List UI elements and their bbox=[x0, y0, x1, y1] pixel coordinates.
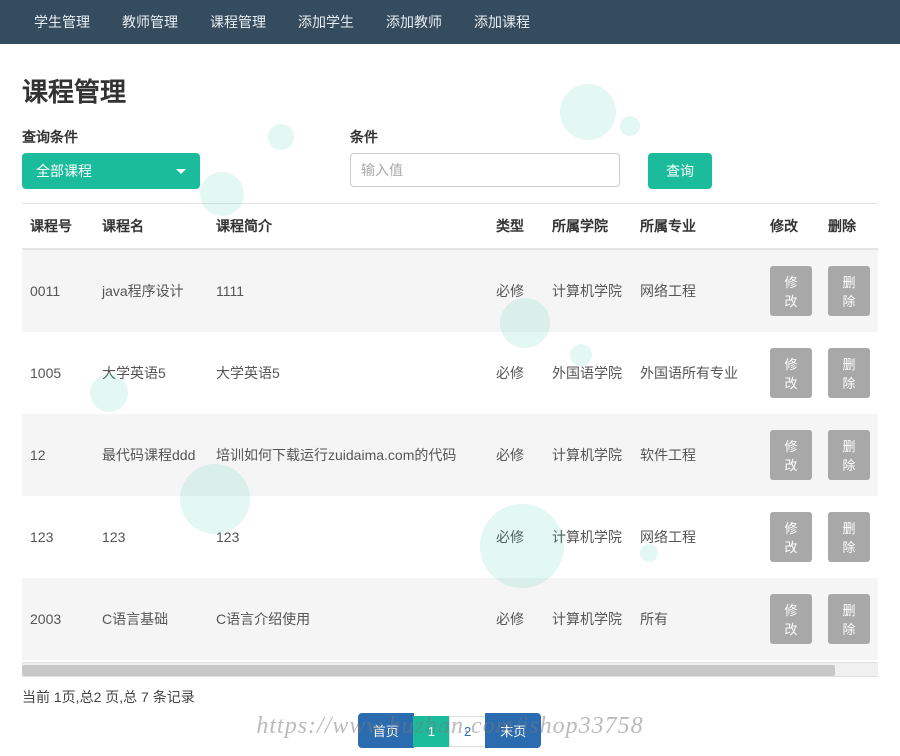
nav-item-course-mgmt[interactable]: 课程管理 bbox=[194, 0, 282, 44]
cell-college: 计算机学院 bbox=[544, 578, 632, 660]
cell-course-desc: C语言介绍使用 bbox=[208, 578, 488, 660]
cell-course-id: 0011 bbox=[22, 249, 94, 332]
cell-course-name: 123 bbox=[94, 496, 208, 578]
nav-item-add-student[interactable]: 添加学生 bbox=[282, 0, 370, 44]
filter-label-query: 查询条件 bbox=[22, 127, 350, 147]
filter-row: 查询条件 全部课程 条件 查询 bbox=[22, 127, 878, 189]
th-course-id: 课程号 bbox=[22, 204, 94, 249]
nav-item-student-mgmt[interactable]: 学生管理 bbox=[18, 0, 106, 44]
cell-course-name: C语言基础 bbox=[94, 578, 208, 660]
table-row: 1005大学英语5大学英语5必修外国语学院外国语所有专业修改删除 bbox=[22, 332, 878, 414]
edit-button[interactable]: 修改 bbox=[770, 348, 812, 398]
edit-button[interactable]: 修改 bbox=[770, 594, 812, 644]
page-first-button[interactable]: 首页 bbox=[358, 713, 414, 748]
nav-item-add-course[interactable]: 添加课程 bbox=[458, 0, 546, 44]
edit-button[interactable]: 修改 bbox=[770, 512, 812, 562]
cell-course-desc: 1111 bbox=[208, 249, 488, 332]
pagination-bar: 首页12末页 bbox=[22, 713, 878, 748]
cell-course-id: 123 bbox=[22, 496, 94, 578]
horizontal-scrollbar[interactable] bbox=[22, 662, 878, 677]
th-edit: 修改 bbox=[762, 204, 820, 249]
filter-dropdown[interactable]: 全部课程 bbox=[22, 153, 200, 189]
table-row: 12最代码课程ddd培训如何下载运行zuidaima.com的代码必修计算机学院… bbox=[22, 414, 878, 496]
cell-course-type: 必修 bbox=[488, 414, 544, 496]
cell-college: 计算机学院 bbox=[544, 414, 632, 496]
cell-course-type: 必修 bbox=[488, 249, 544, 332]
cell-course-name: 大学英语5 bbox=[94, 332, 208, 414]
edit-button[interactable]: 修改 bbox=[770, 266, 812, 316]
course-table: 课程号 课程名 课程简介 类型 所属学院 所属专业 修改 删除 0011java… bbox=[22, 204, 878, 660]
page-title: 课程管理 bbox=[22, 72, 878, 109]
delete-button[interactable]: 删除 bbox=[828, 512, 870, 562]
table-row: 123123123必修计算机学院网络工程修改删除 bbox=[22, 496, 878, 578]
delete-button[interactable]: 删除 bbox=[828, 348, 870, 398]
cell-course-id: 12 bbox=[22, 414, 94, 496]
th-course-desc: 课程简介 bbox=[208, 204, 488, 249]
search-button[interactable]: 查询 bbox=[648, 153, 712, 189]
th-course-type: 类型 bbox=[488, 204, 544, 249]
delete-button[interactable]: 删除 bbox=[828, 594, 870, 644]
cell-course-type: 必修 bbox=[488, 332, 544, 414]
cell-course-id: 1005 bbox=[22, 332, 94, 414]
page-1-button[interactable]: 1 bbox=[413, 716, 450, 747]
cell-course-name: 最代码课程ddd bbox=[94, 414, 208, 496]
chevron-down-icon bbox=[176, 169, 186, 174]
cell-major: 外国语所有专业 bbox=[632, 332, 762, 414]
dropdown-selected-text: 全部课程 bbox=[36, 161, 92, 181]
cell-course-name: java程序设计 bbox=[94, 249, 208, 332]
cell-course-desc: 123 bbox=[208, 496, 488, 578]
cell-major: 网络工程 bbox=[632, 249, 762, 332]
cell-course-id: 2003 bbox=[22, 578, 94, 660]
cell-college: 计算机学院 bbox=[544, 249, 632, 332]
scrollbar-thumb[interactable] bbox=[22, 665, 835, 676]
cell-major: 网络工程 bbox=[632, 496, 762, 578]
th-delete: 删除 bbox=[820, 204, 878, 249]
filter-value-input[interactable] bbox=[350, 153, 620, 187]
nav-item-add-teacher[interactable]: 添加教师 bbox=[370, 0, 458, 44]
filter-label-condition: 条件 bbox=[350, 127, 648, 147]
cell-major: 所有 bbox=[632, 578, 762, 660]
cell-major: 软件工程 bbox=[632, 414, 762, 496]
table-row: 0011java程序设计1111必修计算机学院网络工程修改删除 bbox=[22, 249, 878, 332]
cell-course-type: 必修 bbox=[488, 496, 544, 578]
delete-button[interactable]: 删除 bbox=[828, 430, 870, 480]
delete-button[interactable]: 删除 bbox=[828, 266, 870, 316]
th-major: 所属专业 bbox=[632, 204, 762, 249]
nav-item-teacher-mgmt[interactable]: 教师管理 bbox=[106, 0, 194, 44]
th-course-name: 课程名 bbox=[94, 204, 208, 249]
pagination-info: 当前 1页,总2 页,总 7 条记录 bbox=[22, 677, 878, 713]
cell-college: 外国语学院 bbox=[544, 332, 632, 414]
page-last-button[interactable]: 末页 bbox=[485, 713, 541, 748]
table-row: 2003C语言基础C语言介绍使用必修计算机学院所有修改删除 bbox=[22, 578, 878, 660]
cell-course-desc: 培训如何下载运行zuidaima.com的代码 bbox=[208, 414, 488, 496]
th-college: 所属学院 bbox=[544, 204, 632, 249]
cell-college: 计算机学院 bbox=[544, 496, 632, 578]
cell-course-type: 必修 bbox=[488, 578, 544, 660]
page-2-button[interactable]: 2 bbox=[449, 716, 486, 747]
cell-course-desc: 大学英语5 bbox=[208, 332, 488, 414]
edit-button[interactable]: 修改 bbox=[770, 430, 812, 480]
top-navbar: 学生管理 教师管理 课程管理 添加学生 添加教师 添加课程 bbox=[0, 0, 900, 44]
